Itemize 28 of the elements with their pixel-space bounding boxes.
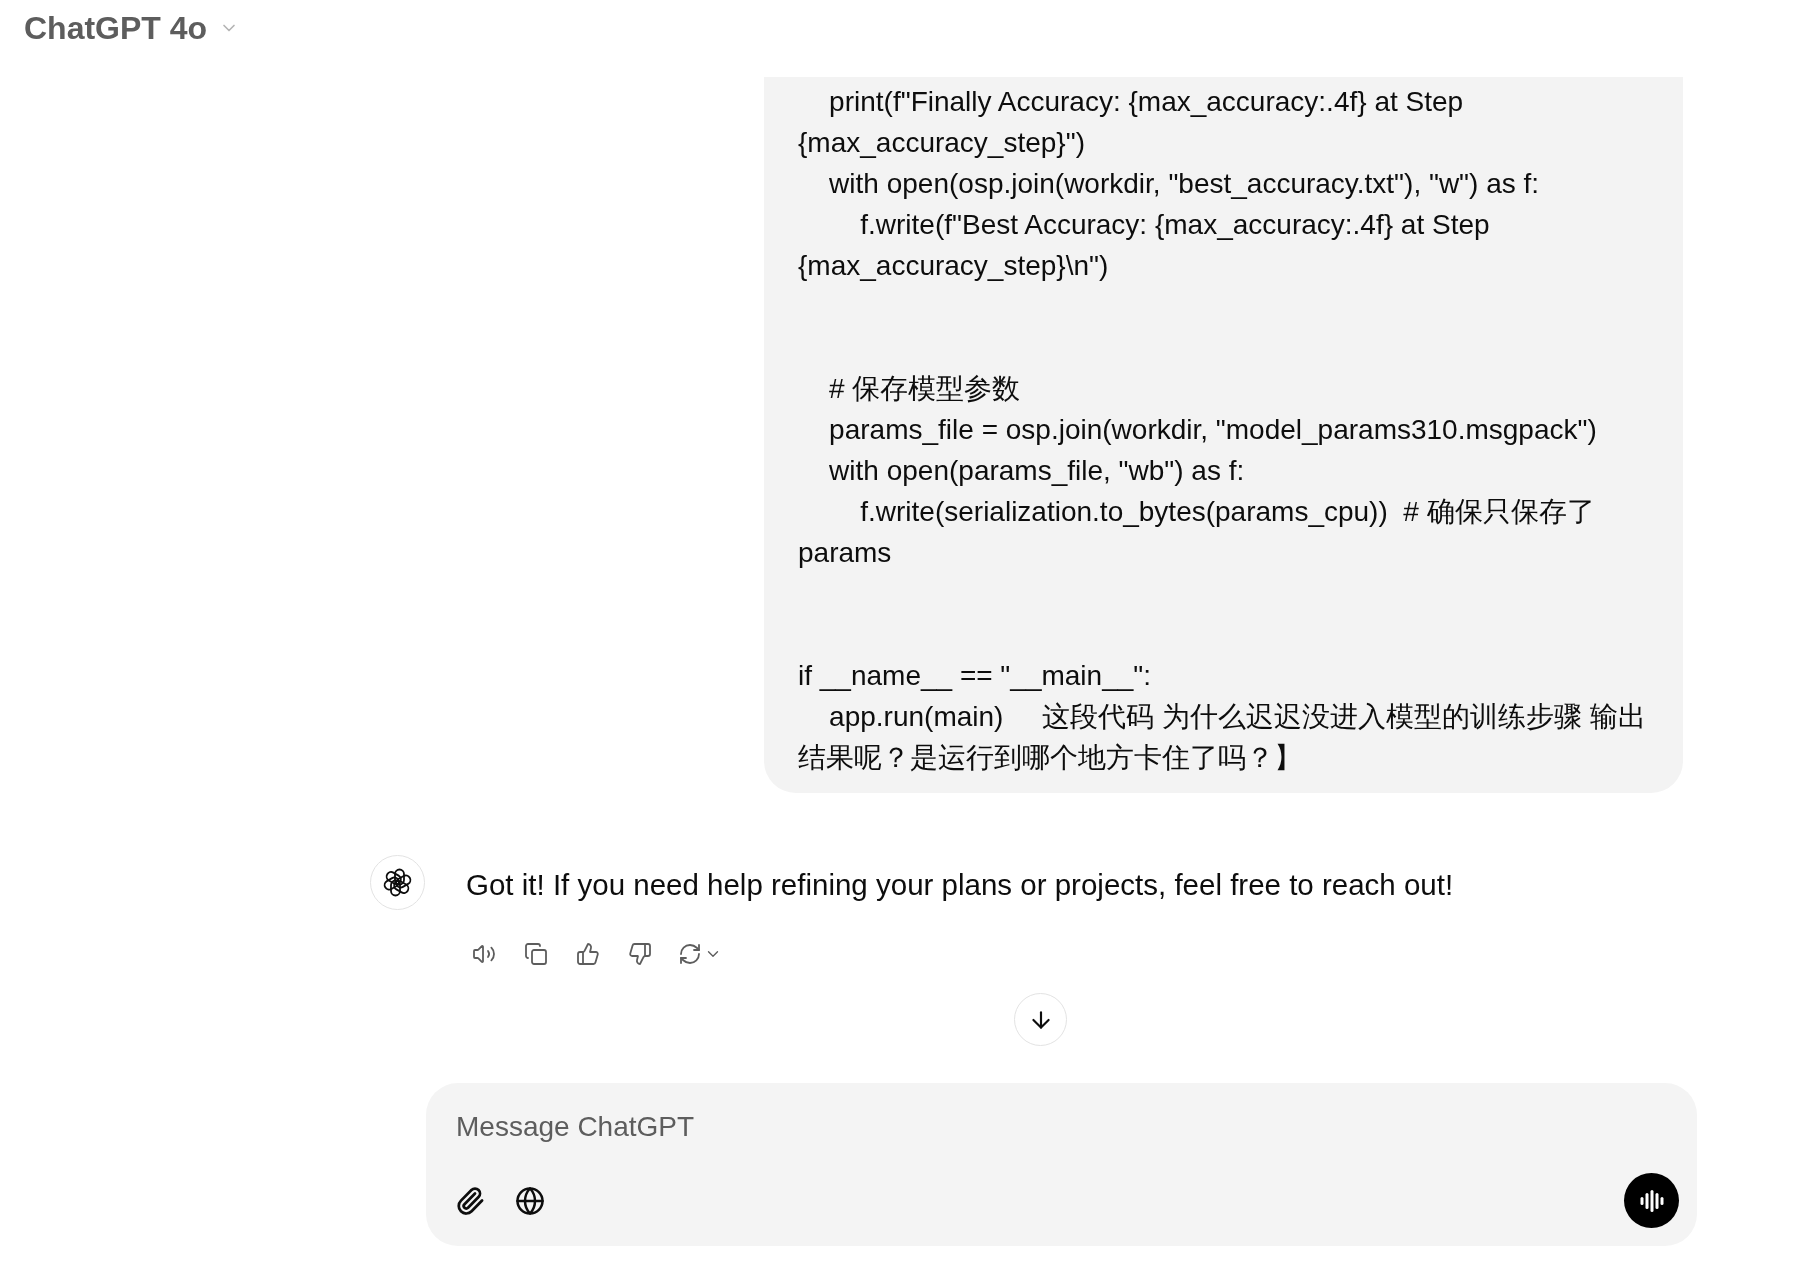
message-line: print(f"Finally Accuracy: {max_accuracy:.4f} at Step bbox=[828, 85, 1465, 119]
speaker-icon bbox=[472, 942, 496, 966]
message-line: app.run(main) 这段代码 为什么迟迟没进入模型的训练步骤 输出 bbox=[828, 700, 1647, 734]
message-line: with open(osp.join(workdir, "best_accuracy.txt"), "w") as f: bbox=[828, 167, 1541, 201]
assistant-reply: Got it! If you need help refining your plans or projects, feel free to reach out! bbox=[466, 867, 1454, 903]
thumbs-down-icon bbox=[628, 942, 652, 966]
message-line: params bbox=[798, 536, 893, 570]
message-line: {max_accuracy_step}\n") bbox=[798, 249, 1110, 283]
message-line: 结果呢？是运行到哪个地方卡住了吗？】 bbox=[798, 741, 1303, 775]
model-selector[interactable]: ChatGPT 4o bbox=[22, 8, 242, 48]
composer-panel[interactable]: Message ChatGPT bbox=[426, 1083, 1697, 1246]
message-line: # 保存模型参数 bbox=[828, 372, 1022, 406]
refresh-icon bbox=[678, 942, 702, 966]
message-line: f.write(serialization.to_bytes(params_cpu)) # 确保只保存了 bbox=[859, 495, 1596, 529]
thumbs-up-icon bbox=[576, 942, 600, 966]
message-line: if __name__ == "__main__": bbox=[798, 659, 1152, 693]
knot-logo-icon bbox=[370, 855, 425, 910]
voice-button[interactable] bbox=[1624, 1173, 1679, 1228]
message-input[interactable]: Message ChatGPT bbox=[456, 1105, 1656, 1149]
message-line: {max_accuracy_step}") bbox=[798, 126, 1086, 160]
paperclip-icon bbox=[455, 1185, 485, 1216]
message-line: with open(params_file, "wb") as f: bbox=[828, 454, 1246, 488]
copy-icon bbox=[524, 942, 548, 966]
scroll-down-button[interactable] bbox=[1014, 993, 1067, 1046]
message-line: params_file = osp.join(workdir, "model_params310.msgpack") bbox=[828, 413, 1598, 447]
sound-bars-icon bbox=[1638, 1188, 1665, 1213]
message-line: f.write(f"Best Accuracy: {max_accuracy:.4f} at Step bbox=[859, 208, 1491, 242]
globe-icon bbox=[515, 1185, 545, 1216]
